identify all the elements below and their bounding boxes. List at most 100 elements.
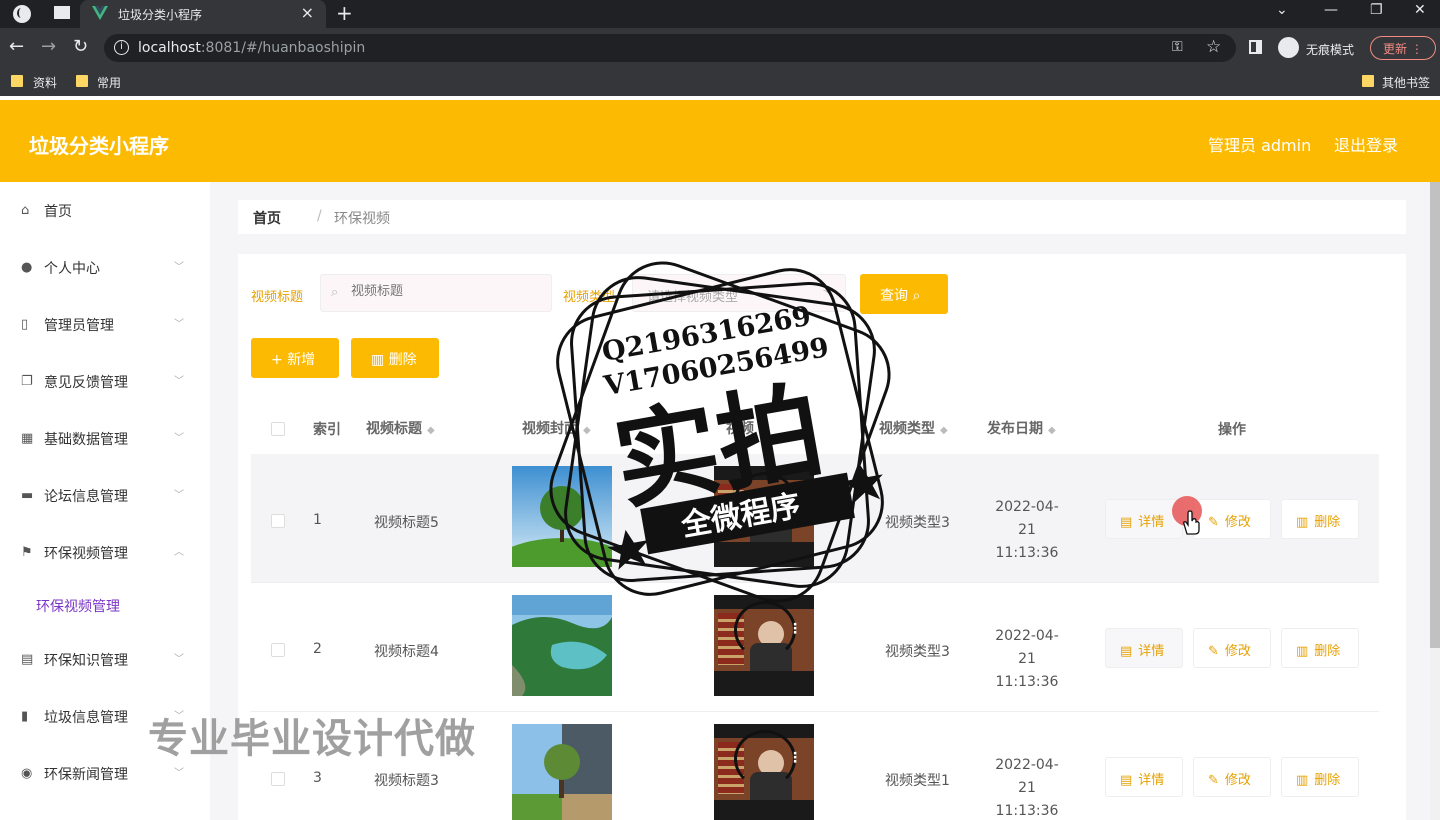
sidebar-item-personal[interactable]: ● 个人中心 ﹀ — [0, 244, 210, 290]
video-player[interactable]: ⋮ — [714, 724, 814, 820]
row-index: 3 — [313, 770, 322, 786]
browser-tab[interactable]: 垃圾分类小程序 × — [80, 0, 326, 28]
restore-icon[interactable]: ❐ — [1370, 2, 1383, 18]
logout-link[interactable]: 退出登录 — [1334, 132, 1398, 156]
bookmark-changyong[interactable]: 常用 — [97, 74, 121, 91]
add-button-label: 新增 — [287, 352, 316, 368]
sidebar-item-basic-data[interactable]: ▦ 基础数据管理 ﹀ — [0, 415, 210, 461]
chevron-down-icon: ﹀ — [174, 376, 184, 387]
title-search-field[interactable]: ⌕ — [320, 274, 552, 312]
select-all-checkbox[interactable] — [271, 422, 285, 436]
pencil-icon: ✎ — [1208, 644, 1219, 659]
edit-button[interactable]: ✎ 修改 — [1193, 757, 1271, 797]
other-bookmarks[interactable]: 其他书签 — [1382, 74, 1430, 91]
bookmark-ziliao[interactable]: 资料 — [33, 74, 57, 91]
edit-button[interactable]: ✎ 修改 — [1193, 499, 1271, 539]
row-checkbox[interactable] — [271, 643, 285, 657]
sidebar-item-label: 环保视频管理 — [44, 546, 128, 562]
bookmarks-bar: 资料 常用 其他书签 — [0, 68, 1440, 96]
row-checkbox[interactable] — [271, 772, 285, 786]
badge-icon: ▯ — [21, 317, 29, 332]
sidebar-item-label: 个人中心 — [44, 261, 100, 277]
forward-icon[interactable]: → — [41, 37, 56, 57]
scrollbar-thumb[interactable] — [1430, 182, 1440, 648]
detail-button[interactable]: ▤ 详情 — [1105, 628, 1183, 668]
globe-icon[interactable] — [13, 5, 31, 23]
chevron-down-icon: ﹀ — [174, 262, 184, 273]
breadcrumb-home[interactable]: 首页 — [253, 208, 281, 228]
trash-icon: ▥ — [371, 352, 389, 368]
copy-icon: ❐ — [21, 374, 33, 389]
chevron-down-icon: ﹀ — [174, 490, 184, 501]
url-text: localhost:8081/#/huanbaoshipin — [138, 40, 366, 56]
delete-button[interactable]: ▥ 删除 — [1281, 628, 1359, 668]
monitor-icon: ▬ — [21, 488, 34, 503]
detail-button[interactable]: ▤ 详情 — [1105, 757, 1183, 797]
document-icon: ▤ — [1120, 644, 1133, 659]
more-icon[interactable]: ⋮ — [788, 750, 802, 766]
side-panel-icon[interactable] — [1249, 40, 1262, 54]
sort-icon: ◆ — [940, 425, 948, 436]
sidebar-item-forum[interactable]: ▬ 论坛信息管理 ﹀ — [0, 472, 210, 518]
app-header: 垃圾分类小程序 管理员 admin 退出登录 — [0, 100, 1440, 182]
bulb-icon: ◉ — [21, 766, 33, 781]
sidebar-item-knowledge[interactable]: ▤ 环保知识管理 ﹀ — [0, 636, 210, 682]
minimize-icon[interactable]: — — [1324, 2, 1338, 18]
flag-icon: ⚑ — [21, 545, 33, 560]
row-type: 视频类型3 — [885, 644, 950, 660]
user-icon: ● — [21, 260, 33, 275]
row-date: 2022-04-21 11:13:36 — [995, 628, 1059, 690]
document-icon: ▤ — [1120, 515, 1133, 530]
cover-image[interactable] — [512, 724, 612, 820]
header-date[interactable]: 发布日期 ◆ — [987, 418, 1056, 438]
delete-button[interactable]: ▥ 删除 — [1281, 499, 1359, 539]
sidebar-subitem-video-management[interactable]: 环保视频管理 — [36, 596, 120, 616]
key-icon[interactable]: ⚿ — [1172, 39, 1183, 55]
title-search-input[interactable] — [351, 284, 541, 299]
sort-icon: ◆ — [1048, 425, 1056, 436]
sidebar-item-feedback[interactable]: ❐ 意见反馈管理 ﹀ — [0, 358, 210, 404]
breadcrumb-separator: / — [317, 208, 322, 224]
close-tab-icon[interactable]: × — [301, 3, 314, 22]
sort-icon: ◆ — [427, 425, 435, 436]
bookmark-star-icon[interactable]: ☆ — [1206, 37, 1221, 57]
watermark-stamp: Q2196316269 V17060256499 实拍 全微程序 — [549, 261, 891, 603]
browser-toolbar: ← → ↻ i localhost:8081/#/huanbaoshipin ⚿… — [0, 28, 1440, 68]
info-icon[interactable]: i — [114, 40, 129, 55]
tab-title: 垃圾分类小程序 — [118, 8, 203, 22]
update-button[interactable]: 更新 ⋮ — [1370, 36, 1436, 60]
header-title[interactable]: 视频标题 ◆ — [366, 418, 435, 438]
sidebar-item-label: 论坛信息管理 — [44, 489, 128, 505]
chevron-down-icon[interactable]: ⌄ — [1276, 2, 1288, 18]
add-button[interactable]: + 新增 — [251, 338, 339, 378]
row-title: 视频标题5 — [374, 515, 439, 531]
detail-button[interactable]: ▤ 详情 — [1105, 499, 1183, 539]
hand-cursor-icon — [1183, 510, 1200, 535]
incognito-icon[interactable] — [1278, 37, 1299, 58]
batch-delete-button[interactable]: ▥ 删除 — [351, 338, 439, 378]
sidebar-item-video[interactable]: ⚑ 环保视频管理 ︿ — [0, 529, 210, 575]
back-icon[interactable]: ← — [9, 37, 24, 57]
window-close-icon[interactable]: ✕ — [1414, 2, 1426, 18]
delete-button[interactable]: ▥ 删除 — [1281, 757, 1359, 797]
reload-icon[interactable]: ↻ — [73, 37, 88, 57]
address-bar[interactable]: i localhost:8081/#/huanbaoshipin ⚿ ☆ — [104, 34, 1236, 62]
chevron-up-icon: ︿ — [174, 547, 184, 558]
trash-icon: ▥ — [1296, 644, 1309, 659]
row-checkbox[interactable] — [271, 514, 285, 528]
document-icon: ▤ — [21, 652, 34, 667]
tab-search-icon[interactable] — [54, 6, 70, 19]
admin-label: 管理员 admin — [1208, 136, 1312, 155]
sidebar-item-home[interactable]: ⌂ 首页 — [0, 187, 210, 233]
plus-icon: + — [271, 352, 288, 368]
browser-tab-bar: 垃圾分类小程序 × + ⌄ — ❐ ✕ — [0, 0, 1440, 28]
app-title: 垃圾分类小程序 — [29, 134, 169, 158]
sidebar-item-admins[interactable]: ▯ 管理员管理 ﹀ — [0, 301, 210, 347]
row-type: 视频类型1 — [885, 773, 950, 789]
header-ops: 操作 — [1218, 422, 1246, 438]
home-icon: ⌂ — [21, 203, 30, 218]
new-tab-icon[interactable]: + — [336, 1, 353, 25]
scrollbar-track[interactable] — [1430, 648, 1440, 820]
edit-button[interactable]: ✎ 修改 — [1193, 628, 1271, 668]
delete-button-label: 删除 — [388, 352, 417, 368]
